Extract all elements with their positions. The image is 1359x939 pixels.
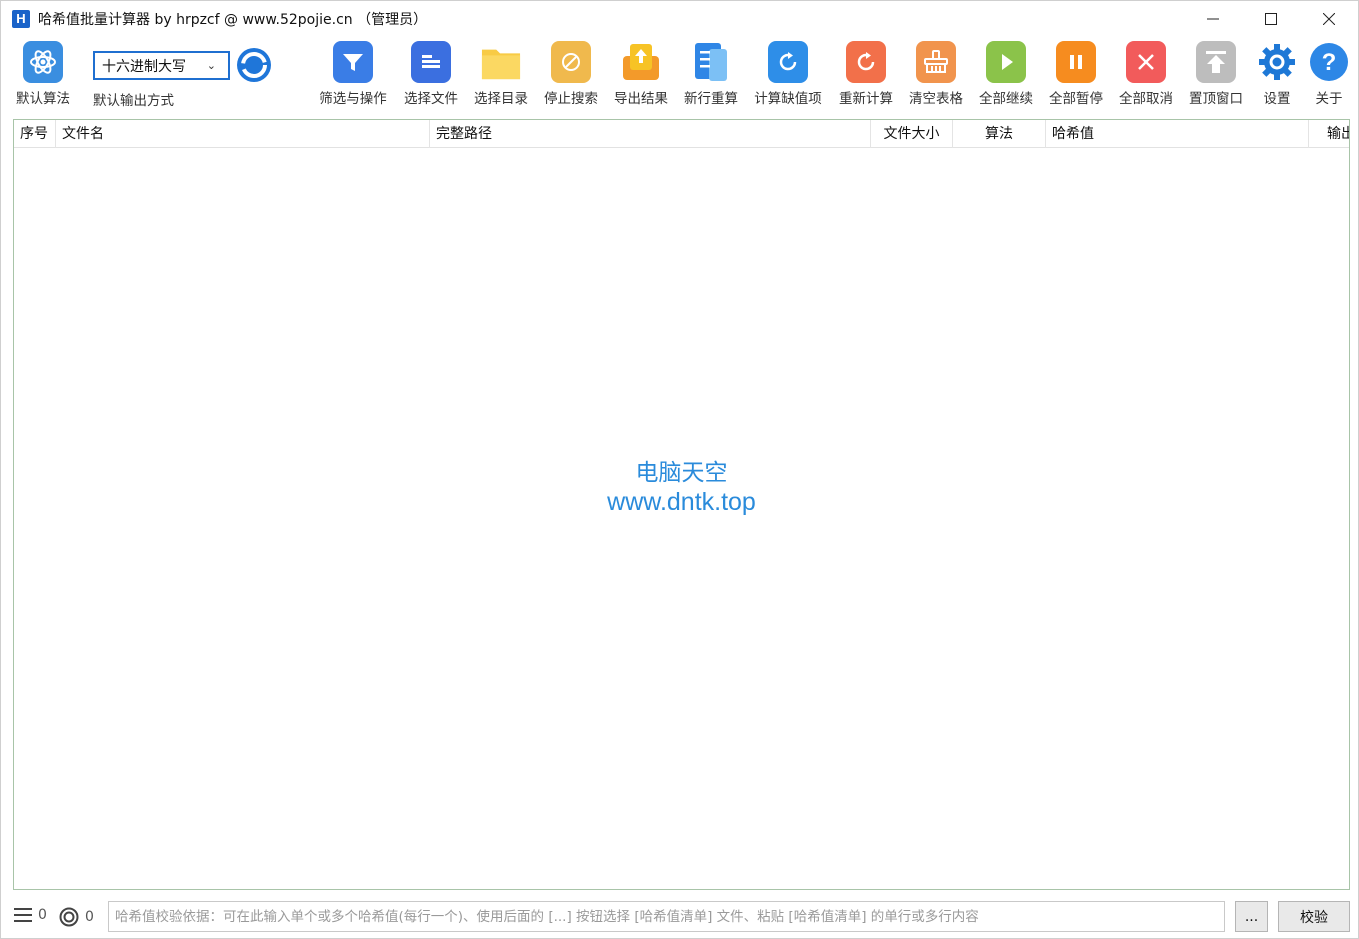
clear-table-icon [916, 41, 956, 83]
recalculate-icon [846, 41, 886, 83]
hash-verify-input[interactable] [108, 901, 1225, 932]
select-files-button[interactable]: 选择文件 [396, 41, 466, 107]
select-directory-label: 选择目录 [474, 91, 528, 107]
play-icon [986, 41, 1026, 83]
target-count-value: 0 [85, 909, 94, 925]
recalculate-label: 重新计算 [839, 91, 893, 107]
atom-icon [23, 41, 63, 83]
output-mode-select[interactable]: 十六进制大写 ⌄ [93, 51, 230, 80]
column-header-fullpath[interactable]: 完整路径 [430, 120, 871, 148]
list-count-value: 0 [38, 907, 47, 923]
column-header-index[interactable]: 序号 [14, 120, 56, 148]
column-header-algorithm[interactable]: 算法 [953, 120, 1046, 148]
stop-search-label: 停止搜索 [544, 91, 598, 107]
output-mode-label: 默认输出方式 [93, 93, 174, 109]
watermark-title: 电脑天空 [635, 460, 728, 486]
filter-operations-label: 筛选与操作 [319, 91, 387, 107]
cancel-all-button[interactable]: 全部取消 [1111, 41, 1181, 107]
watermark-url: www.dntk.top [607, 488, 756, 516]
recalculate-button[interactable]: 重新计算 [831, 41, 901, 107]
about-button[interactable]: ? 关于 [1294, 41, 1359, 107]
verify-button[interactable]: 校验 [1278, 901, 1350, 932]
calc-missing-label: 计算缺值项 [754, 91, 822, 107]
table-header: 序号 文件名 完整路径 文件大小 算法 哈希值 输出 [14, 120, 1349, 148]
resume-all-button[interactable]: 全部继续 [971, 41, 1041, 107]
folder-icon [481, 41, 521, 83]
calc-missing-button[interactable]: 计算缺值项 [753, 41, 823, 107]
list-count-indicator: 0 [14, 907, 47, 923]
file-list-icon [411, 41, 451, 83]
column-header-output[interactable]: 输出 [1309, 120, 1349, 148]
pause-all-button[interactable]: 全部暂停 [1041, 41, 1111, 107]
target-icon [59, 907, 79, 927]
pause-all-label: 全部暂停 [1049, 91, 1103, 107]
stop-search-icon [551, 41, 591, 83]
column-header-filename[interactable]: 文件名 [56, 120, 430, 148]
minimize-icon [1207, 18, 1219, 20]
close-button[interactable] [1300, 1, 1358, 37]
select-files-label: 选择文件 [404, 91, 458, 107]
window-controls [1184, 1, 1358, 37]
pin-window-button[interactable]: 置顶窗口 [1181, 41, 1251, 107]
column-header-hash[interactable]: 哈希值 [1046, 120, 1309, 148]
minimize-button[interactable] [1184, 1, 1242, 37]
default-algorithm-button[interactable]: 默认算法 [8, 41, 78, 107]
maximize-button[interactable] [1242, 1, 1300, 37]
export-results-label: 导出结果 [614, 91, 668, 107]
filter-icon [333, 41, 373, 83]
target-count-indicator: 0 [59, 907, 94, 927]
export-results-button[interactable]: 导出结果 [606, 41, 676, 107]
results-table[interactable]: 序号 文件名 完整路径 文件大小 算法 哈希值 输出 电脑天空 www.dntk… [13, 119, 1350, 890]
new-row-recalc-icon [691, 41, 731, 83]
browse-hash-list-button[interactable]: ... [1235, 901, 1268, 932]
chevron-down-icon: ⌄ [206, 59, 216, 72]
title-bar: H 哈希值批量计算器 by hrpzcf @ www.52pojie.cn （管… [1, 1, 1358, 37]
main-window: H 哈希值批量计算器 by hrpzcf @ www.52pojie.cn （管… [0, 0, 1359, 939]
column-header-filesize[interactable]: 文件大小 [871, 120, 953, 148]
clear-table-label: 清空表格 [909, 91, 963, 107]
toolbar: 默认算法 十六进制大写 ⌄ 默认输出方式 筛选与操作 选择文件 选择目录 停止搜… [1, 41, 1358, 113]
pin-top-icon [1196, 41, 1236, 83]
cancel-all-label: 全部取消 [1119, 91, 1173, 107]
pin-window-label: 置顶窗口 [1189, 91, 1243, 107]
close-icon [1323, 13, 1335, 25]
calc-missing-icon [768, 41, 808, 83]
status-bar: 0 0 ... 校验 [1, 897, 1358, 937]
app-logo-icon: H [12, 10, 30, 28]
refresh-button[interactable] [234, 45, 274, 85]
clear-table-button[interactable]: 清空表格 [901, 41, 971, 107]
gear-icon [1257, 41, 1297, 83]
circular-refresh-icon [237, 48, 271, 82]
settings-label: 设置 [1263, 91, 1291, 107]
about-label: 关于 [1315, 91, 1343, 107]
filter-operations-button[interactable]: 筛选与操作 [318, 41, 388, 107]
cancel-icon [1126, 41, 1166, 83]
stop-search-button[interactable]: 停止搜索 [536, 41, 606, 107]
resume-all-label: 全部继续 [979, 91, 1033, 107]
list-icon [14, 908, 32, 922]
svg-text:?: ? [1322, 49, 1337, 76]
pause-icon [1056, 41, 1096, 83]
new-row-recalc-button[interactable]: 新行重算 [676, 41, 746, 107]
output-mode-value: 十六进制大写 [102, 58, 186, 75]
export-icon [621, 41, 661, 83]
help-icon: ? [1309, 41, 1349, 83]
maximize-icon [1265, 13, 1277, 25]
new-row-recalc-label: 新行重算 [684, 91, 738, 107]
select-directory-button[interactable]: 选择目录 [466, 41, 536, 107]
window-title: 哈希值批量计算器 by hrpzcf @ www.52pojie.cn （管理员… [38, 12, 428, 28]
default-algorithm-label: 默认算法 [16, 91, 70, 107]
